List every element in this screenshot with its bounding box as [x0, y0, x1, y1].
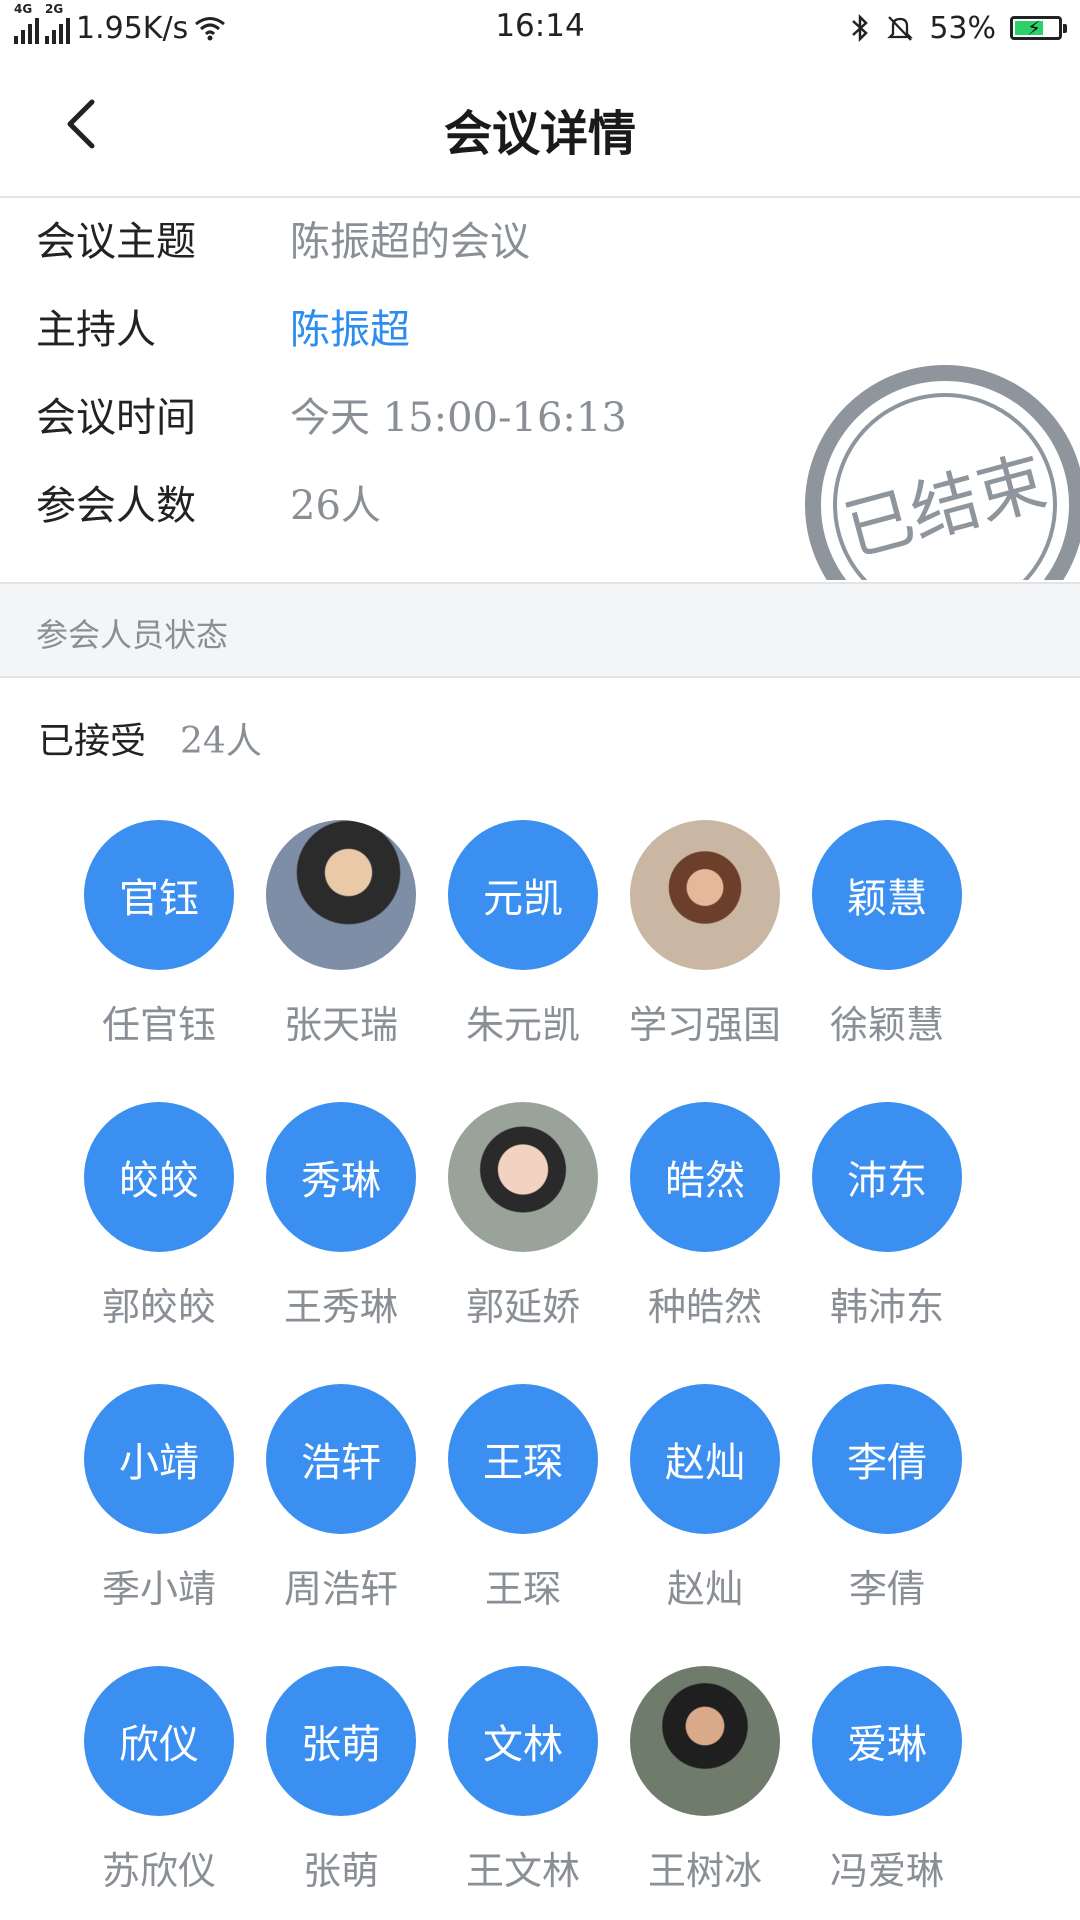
stamp-text: 已结束	[837, 443, 1055, 572]
info-row-time: 会议时间 今天 15:00-16:13	[36, 384, 627, 444]
section-header: 参会人员状态	[0, 582, 1080, 678]
participant-item[interactable]: 浩轩 周浩轩	[250, 1384, 432, 1613]
page-title: 会议详情	[443, 106, 636, 162]
section-title: 参会人员状态	[36, 616, 229, 654]
participant-item[interactable]: 小靖 季小靖	[68, 1384, 250, 1613]
bluetooth-icon	[852, 13, 869, 43]
avatar-initials: 沛东	[812, 1102, 962, 1252]
participant-item[interactable]: 郭延娇	[432, 1102, 614, 1331]
participant-name: 季小靖	[101, 1567, 216, 1611]
avatar-photo	[448, 1102, 598, 1252]
avatar-photo	[630, 820, 780, 970]
count-label: 参会人数	[36, 483, 196, 529]
avatar-initials: 浩轩	[266, 1384, 416, 1534]
participant-name: 苏欣仪	[101, 1849, 216, 1893]
participant-item[interactable]: 皓然 种皓然	[614, 1102, 796, 1331]
accepted-count: 24人	[180, 721, 262, 762]
participant-item[interactable]: 沛东 韩沛东	[796, 1102, 978, 1331]
avatar-initials: 王琛	[448, 1384, 598, 1534]
battery-percent: 53%	[929, 10, 996, 46]
status-right: 53% ⚡	[849, 8, 1067, 48]
avatar-initials: 爱琳	[812, 1666, 962, 1816]
nav-header: 会议详情	[0, 58, 1080, 198]
participant-item[interactable]: 张天瑞	[250, 820, 432, 1049]
participant-item[interactable]: 赵灿 赵灿	[614, 1384, 796, 1613]
participant-name: 郭皎皎	[101, 1285, 216, 1329]
time-value: 今天 15:00-16:13	[290, 395, 627, 441]
participant-item[interactable]: 颖慧 徐颖慧	[796, 820, 978, 1049]
participant-name: 张天瑞	[283, 1003, 398, 1047]
participant-item[interactable]: 欣仪 苏欣仪	[68, 1666, 250, 1895]
participant-name: 赵灿	[666, 1567, 743, 1611]
avatar-initials: 皓然	[630, 1102, 780, 1252]
host-label: 主持人	[36, 307, 156, 353]
participant-name: 周浩轩	[283, 1567, 398, 1611]
participant-name: 冯爱琳	[829, 1849, 944, 1893]
participant-item[interactable]: 李倩 李倩	[796, 1384, 978, 1613]
participant-item[interactable]: 王琛 王琛	[432, 1384, 614, 1613]
participant-item[interactable]: 爱琳 冯爱琳	[796, 1666, 978, 1895]
status-bar: 4G 2G 1.95K/s 16:14 53% ⚡	[0, 0, 1080, 58]
info-row-topic: 会议主题 陈振超的会议	[36, 208, 530, 268]
avatar-photo	[630, 1666, 780, 1816]
participant-name: 韩沛东	[829, 1285, 944, 1329]
participant-name: 张萌	[302, 1849, 379, 1893]
avatar-photo	[266, 820, 416, 970]
participant-item[interactable]: 元凯 朱元凯	[432, 820, 614, 1049]
count-value: 26人	[290, 483, 381, 529]
participant-name: 种皓然	[647, 1285, 762, 1329]
avatar-initials: 小靖	[84, 1384, 234, 1534]
avatar-initials: 皎皎	[84, 1102, 234, 1252]
participant-name: 徐颖慧	[829, 1003, 944, 1047]
participant-item[interactable]: 王树冰	[614, 1666, 796, 1895]
participant-item[interactable]: 张萌 张萌	[250, 1666, 432, 1895]
accepted-summary: 已接受 24人	[38, 712, 262, 764]
participant-item[interactable]: 秀琳 王秀琳	[250, 1102, 432, 1331]
avatar-initials: 官钰	[84, 820, 234, 970]
participant-item[interactable]: 学习强国	[614, 820, 796, 1049]
avatar-initials: 欣仪	[84, 1666, 234, 1816]
avatar-initials: 秀琳	[266, 1102, 416, 1252]
participant-name: 王文林	[465, 1849, 580, 1893]
info-row-host: 主持人 陈振超	[36, 296, 410, 356]
avatar-initials: 张萌	[266, 1666, 416, 1816]
participant-item[interactable]: 官钰 任官钰	[68, 820, 250, 1049]
mute-bell-icon	[887, 16, 914, 41]
participant-name: 王树冰	[647, 1849, 762, 1893]
participant-item[interactable]: 文林 王文林	[432, 1666, 614, 1895]
avatar-initials: 元凯	[448, 820, 598, 970]
accepted-label: 已接受	[38, 721, 147, 762]
avatar-initials: 赵灿	[630, 1384, 780, 1534]
participant-name: 学习强国	[628, 1003, 781, 1047]
participant-name: 王秀琳	[283, 1285, 398, 1329]
avatar-initials: 颖慧	[812, 820, 962, 970]
participant-name: 任官钰	[101, 1003, 216, 1047]
participant-name: 李倩	[848, 1567, 925, 1611]
host-link[interactable]: 陈振超	[290, 297, 410, 355]
topic-label: 会议主题	[36, 219, 196, 265]
battery-icon: ⚡	[1010, 16, 1067, 40]
time-label: 会议时间	[36, 395, 196, 441]
participant-name: 朱元凯	[465, 1003, 580, 1047]
avatar-initials: 文林	[448, 1666, 598, 1816]
participant-name: 王琛	[484, 1567, 561, 1611]
avatar-initials: 李倩	[812, 1384, 962, 1534]
participant-item[interactable]: 皎皎 郭皎皎	[68, 1102, 250, 1331]
participant-name: 郭延娇	[465, 1285, 580, 1329]
info-row-count: 参会人数 26人	[36, 472, 381, 532]
topic-value: 陈振超的会议	[290, 219, 530, 265]
